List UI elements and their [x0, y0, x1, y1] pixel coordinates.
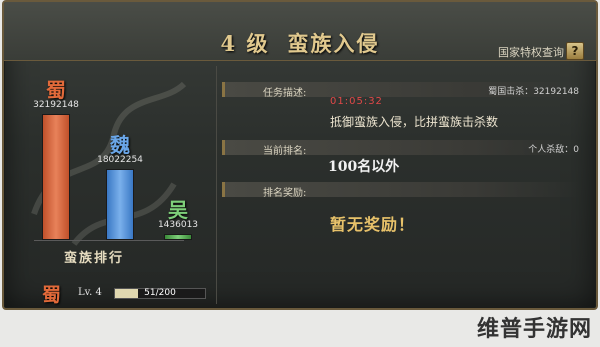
current-rank-value: 100名以外	[328, 159, 400, 175]
ranking-title: 蛮族排行	[63, 251, 124, 266]
kingdom-label-shu: 蜀	[46, 78, 66, 102]
xp-text: 51/200	[144, 288, 176, 298]
kingdom-bar-shu	[42, 114, 70, 240]
privilege-query-link[interactable]: 国家特权查询	[498, 44, 564, 60]
site-watermark: 维普手游网	[476, 317, 592, 342]
countdown-timer: 01:05:32	[330, 96, 383, 107]
help-button[interactable]: ?	[566, 42, 584, 60]
player-level: Lv. 4	[78, 287, 102, 298]
event-window: 4 级蛮族入侵 国家特权查询 ? 蜀 魏 吴 32192148 18022254…	[2, 0, 598, 310]
kingdom-label-wu: 吴	[168, 198, 188, 222]
kingdom-label-wei: 魏	[110, 133, 130, 157]
reward-section-header: 排名奖励:	[222, 182, 579, 199]
kingdom-score-shu: 32192148	[33, 100, 79, 110]
kingdom-score-wei: 18022254	[97, 155, 143, 165]
rank-label: 当前排名:	[263, 146, 307, 157]
kingdom-score-wu: 1436013	[157, 220, 199, 230]
player-kingdom-icon: 蜀	[42, 284, 62, 306]
kingdom-bar-wei	[106, 169, 134, 240]
info-panel: 任务描述: 蜀国击杀：32192148 01:05:32 抵御蛮族入侵，比拼蛮族…	[222, 66, 588, 306]
reward-value: 暂无奖励！	[330, 215, 416, 234]
player-status-bar: 蜀 Lv. 4 51/200	[14, 278, 212, 306]
task-section-header: 任务描述: 蜀国击杀：32192148	[222, 82, 579, 99]
kingdom-kill-count: 蜀国击杀：32192148	[488, 87, 579, 97]
xp-bar: 51/200	[114, 288, 206, 299]
personal-kills: 个人杀敌：0	[528, 145, 579, 155]
reward-label: 排名奖励:	[263, 188, 307, 199]
chart-baseline	[34, 240, 184, 241]
task-label: 任务描述:	[263, 88, 307, 99]
rank-section-header: 当前排名: 个人杀敌：0	[222, 140, 579, 157]
ranking-panel: 蜀 魏 吴 32192148 18022254 1436013 蛮族排行	[14, 64, 212, 274]
event-name: 蛮族入侵	[287, 31, 380, 56]
window-header: 4 级蛮族入侵 国家特权查询 ?	[4, 2, 596, 61]
task-description: 抵御蛮族入侵，比拼蛮族击杀数	[330, 115, 499, 129]
event-level: 4 级	[220, 31, 270, 56]
panel-divider	[216, 66, 217, 304]
